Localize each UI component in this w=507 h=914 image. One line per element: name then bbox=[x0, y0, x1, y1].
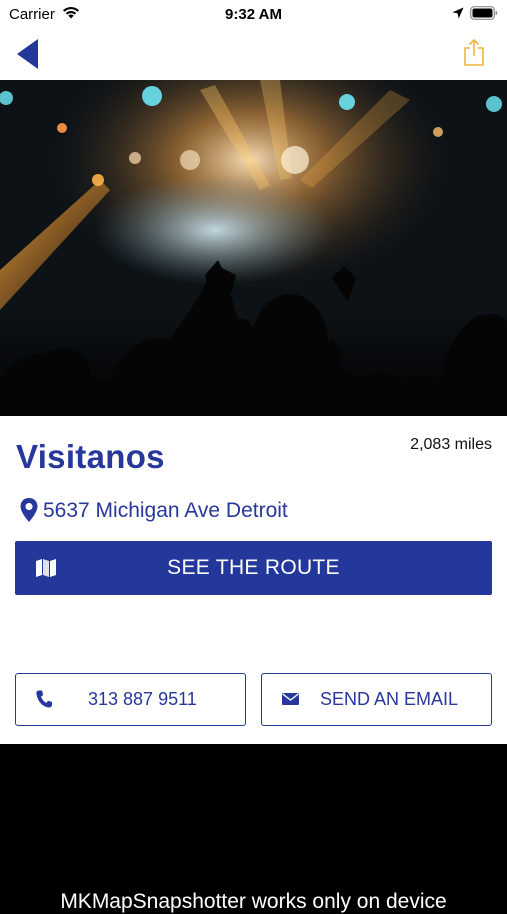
battery-icon bbox=[470, 6, 498, 20]
distance-label: 2,083 miles bbox=[410, 436, 492, 453]
chevron-left-icon bbox=[17, 39, 38, 69]
location-arrow-icon bbox=[452, 7, 464, 19]
map-pin-icon bbox=[20, 498, 38, 522]
call-button[interactable]: 313 887 9511 bbox=[15, 673, 246, 726]
envelope-icon bbox=[282, 693, 299, 705]
share-button[interactable] bbox=[460, 36, 488, 68]
clock: 9:32 AM bbox=[225, 6, 282, 23]
address-text: 5637 Michigan Ave Detroit bbox=[43, 499, 288, 522]
phone-number: 313 887 9511 bbox=[88, 689, 197, 709]
venue-detail-screen: Carrier 9:32 AM Visitanos 2,083 miles 56… bbox=[0, 0, 507, 913]
status-bar: Carrier 9:32 AM bbox=[0, 0, 507, 30]
map-unavailable-notice: MKMapSnapshotter works only on device bbox=[60, 890, 447, 913]
share-icon bbox=[464, 38, 484, 66]
phone-icon bbox=[36, 690, 52, 708]
map-snapshot-area: MKMapSnapshotter works only on device bbox=[0, 744, 507, 913]
venue-title: Visitanos bbox=[16, 438, 165, 475]
concert-crowd-image bbox=[0, 80, 507, 416]
send-email-button[interactable]: SEND AN EMAIL bbox=[261, 673, 492, 726]
see-route-label: SEE THE ROUTE bbox=[167, 556, 340, 579]
see-route-button[interactable]: SEE THE ROUTE bbox=[15, 541, 492, 595]
venue-info-panel: Visitanos 2,083 miles 5637 Michigan Ave … bbox=[0, 416, 507, 744]
send-email-label: SEND AN EMAIL bbox=[320, 689, 459, 709]
venue-photo bbox=[0, 80, 507, 416]
back-button[interactable] bbox=[10, 34, 44, 74]
navigation-bar bbox=[0, 30, 507, 80]
